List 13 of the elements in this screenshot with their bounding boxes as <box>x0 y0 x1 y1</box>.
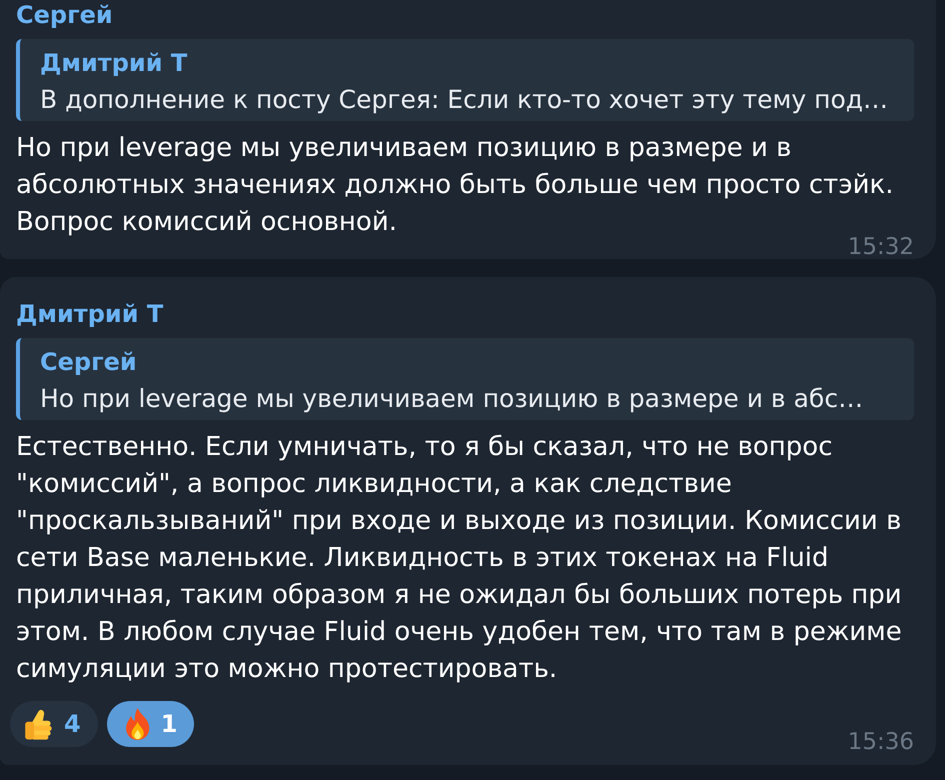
message-text: Естественно. Если умничать, то я бы сказал, что не вопрос "комиссий", а вопрос ликвидности, а как следствие "проскальзываний" при входе и выходе из позиции. Комиссии в сети Base маленькие. Ликвидность в этих токенах на Fluid приличная, таким образом я не ожидал бы больших потерь при этом. В любом случае Fluid очень удобен тем, что там в режиме симуляции это можно протестировать. <box>16 432 902 684</box>
reply-quote[interactable]: Дмитрий Т В дополнение к посту Сергея: Если кто-то хочет эту тему под… <box>16 39 914 121</box>
reaction-button[interactable]: 4 <box>10 701 98 747</box>
message-time: 15:32 <box>848 238 914 256</box>
quote-text: В дополнение к посту Сергея: Если кто-то хочет эту тему под… <box>40 84 888 116</box>
reply-quote[interactable]: Сергей Но при leverage мы увеличиваем позицию в размере и в абс… <box>16 338 914 420</box>
quote-author: Сергей <box>40 347 137 377</box>
message-time: 15:36 <box>848 733 914 751</box>
message-text: Но при leverage мы увеличиваем позицию в размере и в абсолютных значениях должно быть больше чем просто стэйк. Вопрос комиссий основной. <box>16 133 894 237</box>
sender-name[interactable]: Сергей <box>16 1 113 29</box>
quote-author: Дмитрий Т <box>40 48 188 78</box>
quote-text: Но при leverage мы увеличиваем позицию в размере и в абс… <box>40 383 864 415</box>
sender-name[interactable]: Дмитрий Т <box>16 300 164 328</box>
